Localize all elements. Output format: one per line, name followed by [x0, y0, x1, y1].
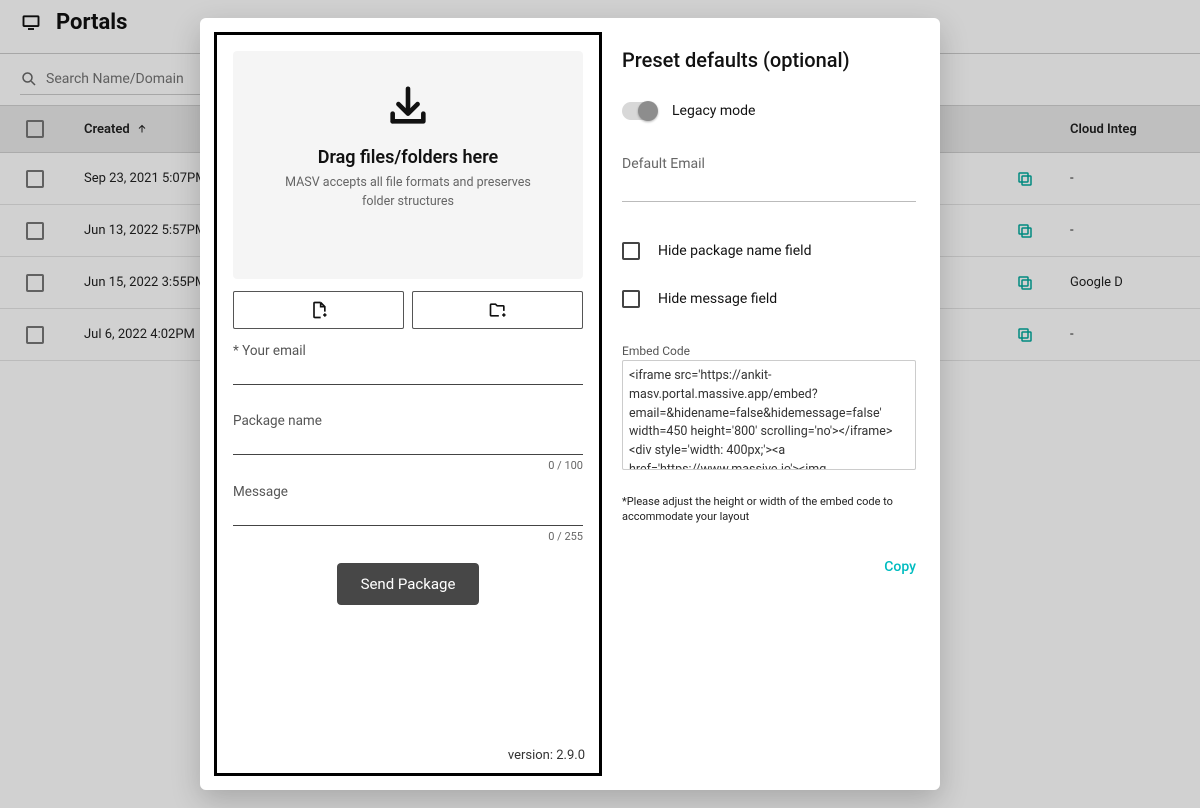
legacy-mode-label: Legacy mode: [672, 103, 755, 119]
portal-settings-modal: Drag files/folders here MASV accepts all…: [200, 18, 940, 790]
hide-package-label: Hide package name field: [658, 243, 811, 259]
copy-icon[interactable]: [1016, 170, 1034, 188]
add-file-button[interactable]: [233, 291, 404, 329]
copy-icon[interactable]: [1016, 274, 1034, 292]
cell-cloud: -: [1070, 171, 1200, 186]
version-label: version: 2.9.0: [508, 748, 585, 763]
select-all-checkbox[interactable]: [26, 120, 44, 138]
embed-code-textarea[interactable]: [622, 360, 916, 470]
row-checkbox[interactable]: [26, 170, 44, 188]
embed-code-label: Embed Code: [622, 344, 916, 358]
cell-cloud: -: [1070, 223, 1200, 238]
page-title: Portals: [56, 10, 127, 35]
search-box[interactable]: [20, 64, 220, 95]
copy-icon[interactable]: [1016, 222, 1034, 240]
download-icon: [385, 83, 431, 133]
preset-defaults-panel: Preset defaults (optional) Legacy mode D…: [616, 18, 940, 790]
upload-preview-panel: Drag files/folders here MASV accepts all…: [214, 32, 602, 776]
row-checkbox[interactable]: [26, 222, 44, 240]
row-checkbox[interactable]: [26, 274, 44, 292]
search-input[interactable]: [46, 71, 220, 87]
message-field[interactable]: [233, 500, 583, 526]
sort-asc-icon: [136, 123, 148, 135]
drop-title: Drag files/folders here: [318, 147, 499, 168]
hide-message-checkbox[interactable]: [622, 290, 640, 308]
panel-title: Preset defaults (optional): [622, 48, 916, 72]
send-package-button[interactable]: Send Package: [337, 563, 480, 605]
hide-package-checkbox[interactable]: [622, 242, 640, 260]
email-label: * Your email: [233, 343, 583, 359]
package-counter: 0 / 100: [233, 459, 583, 472]
add-folder-button[interactable]: [412, 291, 583, 329]
embed-hint: *Please adjust the height or width of th…: [622, 494, 916, 525]
message-label: Message: [233, 484, 583, 500]
copy-icon[interactable]: [1016, 326, 1034, 344]
drop-zone[interactable]: Drag files/folders here MASV accepts all…: [233, 51, 583, 279]
cell-cloud: -: [1070, 327, 1200, 342]
search-icon: [20, 70, 38, 88]
default-email-label: Default Email: [622, 156, 916, 172]
package-label: Package name: [233, 413, 583, 429]
hide-message-label: Hide message field: [658, 291, 777, 307]
monitor-icon: [20, 14, 42, 32]
package-name-field[interactable]: [233, 429, 583, 455]
cell-cloud: Google D: [1070, 275, 1200, 290]
default-email-field[interactable]: [622, 172, 916, 202]
row-checkbox[interactable]: [26, 326, 44, 344]
message-counter: 0 / 255: [233, 530, 583, 543]
drop-subtitle: MASV accepts all file formats and preser…: [268, 174, 548, 212]
copy-button[interactable]: Copy: [622, 559, 916, 575]
email-field[interactable]: [233, 359, 583, 385]
legacy-mode-toggle[interactable]: [622, 102, 656, 120]
column-cloud[interactable]: Cloud Integ: [1070, 122, 1200, 137]
